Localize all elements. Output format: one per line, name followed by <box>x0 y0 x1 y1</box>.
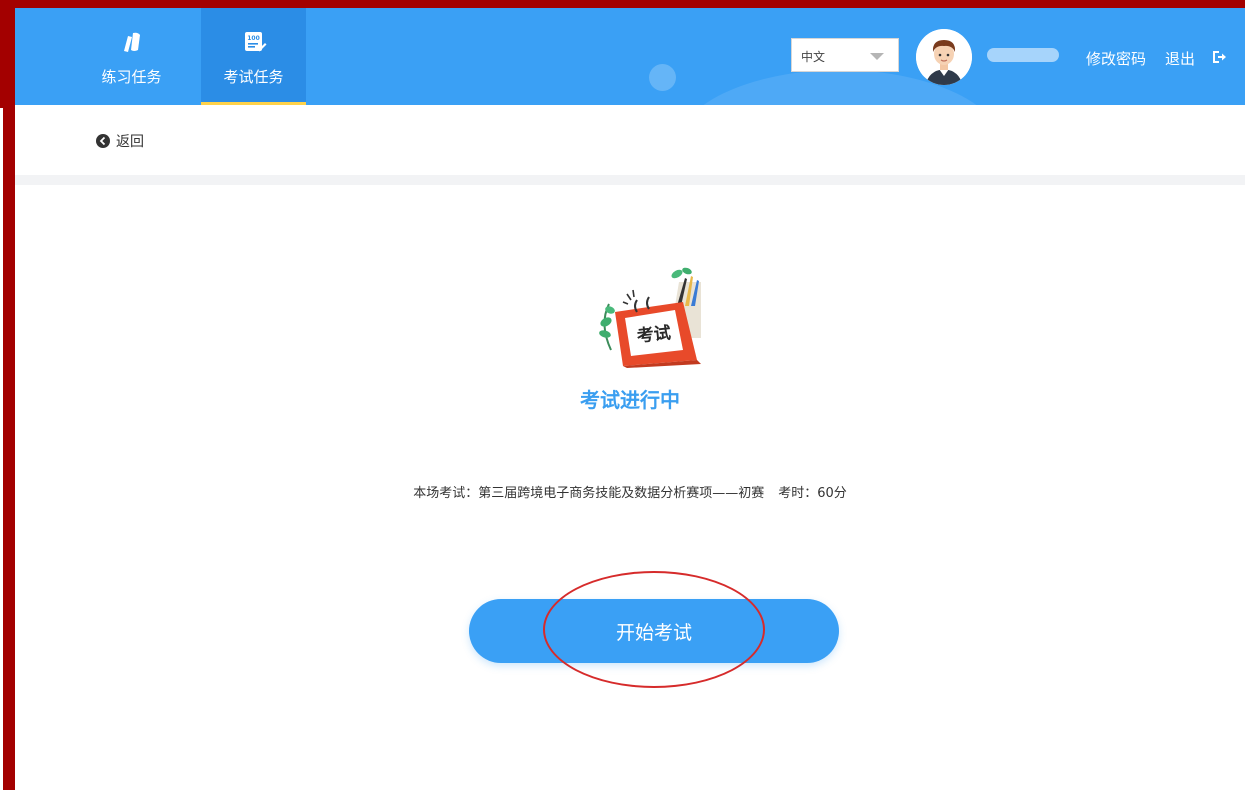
change-password-link[interactable]: 修改密码 <box>1086 48 1146 69</box>
exam-duration-label: 考时： <box>778 486 818 501</box>
illustration-label: 考试 <box>635 322 672 347</box>
username-blurred <box>987 48 1059 62</box>
tab-practice-tasks[interactable]: 练习任务 <box>79 8 184 105</box>
back-circle-icon <box>96 134 110 148</box>
exam-info-prefix: 本场考试： <box>413 486 479 501</box>
svg-text:100: 100 <box>247 35 260 42</box>
section-divider <box>15 175 1245 185</box>
exam-100-icon: 100 <box>245 32 267 52</box>
chevron-down-icon <box>870 53 884 60</box>
window-frame-top <box>0 0 1245 8</box>
tab-exam-tasks[interactable]: 100 考试任务 <box>201 8 306 105</box>
tab-label: 练习任务 <box>101 68 162 86</box>
language-select[interactable]: 中文 <box>791 38 899 72</box>
back-link[interactable]: 返回 <box>96 131 144 151</box>
logout-link[interactable]: 退出 <box>1165 48 1195 69</box>
top-header: 练习任务 100 考试任务 中文 修改密码 退出 <box>15 8 1245 105</box>
exam-status-title: 考试进行中 <box>580 388 680 412</box>
exam-duration: 60分 <box>817 486 847 501</box>
practice-icon <box>124 32 140 52</box>
start-exam-button[interactable]: 开始考试 <box>469 599 839 663</box>
avatar-illustration <box>916 29 972 85</box>
back-label: 返回 <box>116 134 144 150</box>
frame-edge-strip <box>0 108 3 790</box>
window-frame-left <box>0 0 15 790</box>
logout-icon[interactable] <box>1211 49 1227 65</box>
header-decoration-dot <box>649 64 676 91</box>
tab-label: 考试任务 <box>223 68 284 86</box>
exam-name: 第三届跨境电子商务技能及数据分析赛项——初赛 <box>478 486 765 501</box>
exam-illustration: 考试 <box>599 267 701 368</box>
language-selected-value: 中文 <box>801 50 826 64</box>
user-avatar[interactable] <box>916 29 972 85</box>
exam-info: 本场考试：第三届跨境电子商务技能及数据分析赛项——初赛 考时：60分 <box>15 482 1245 501</box>
back-bar: 返回 <box>15 105 1245 175</box>
